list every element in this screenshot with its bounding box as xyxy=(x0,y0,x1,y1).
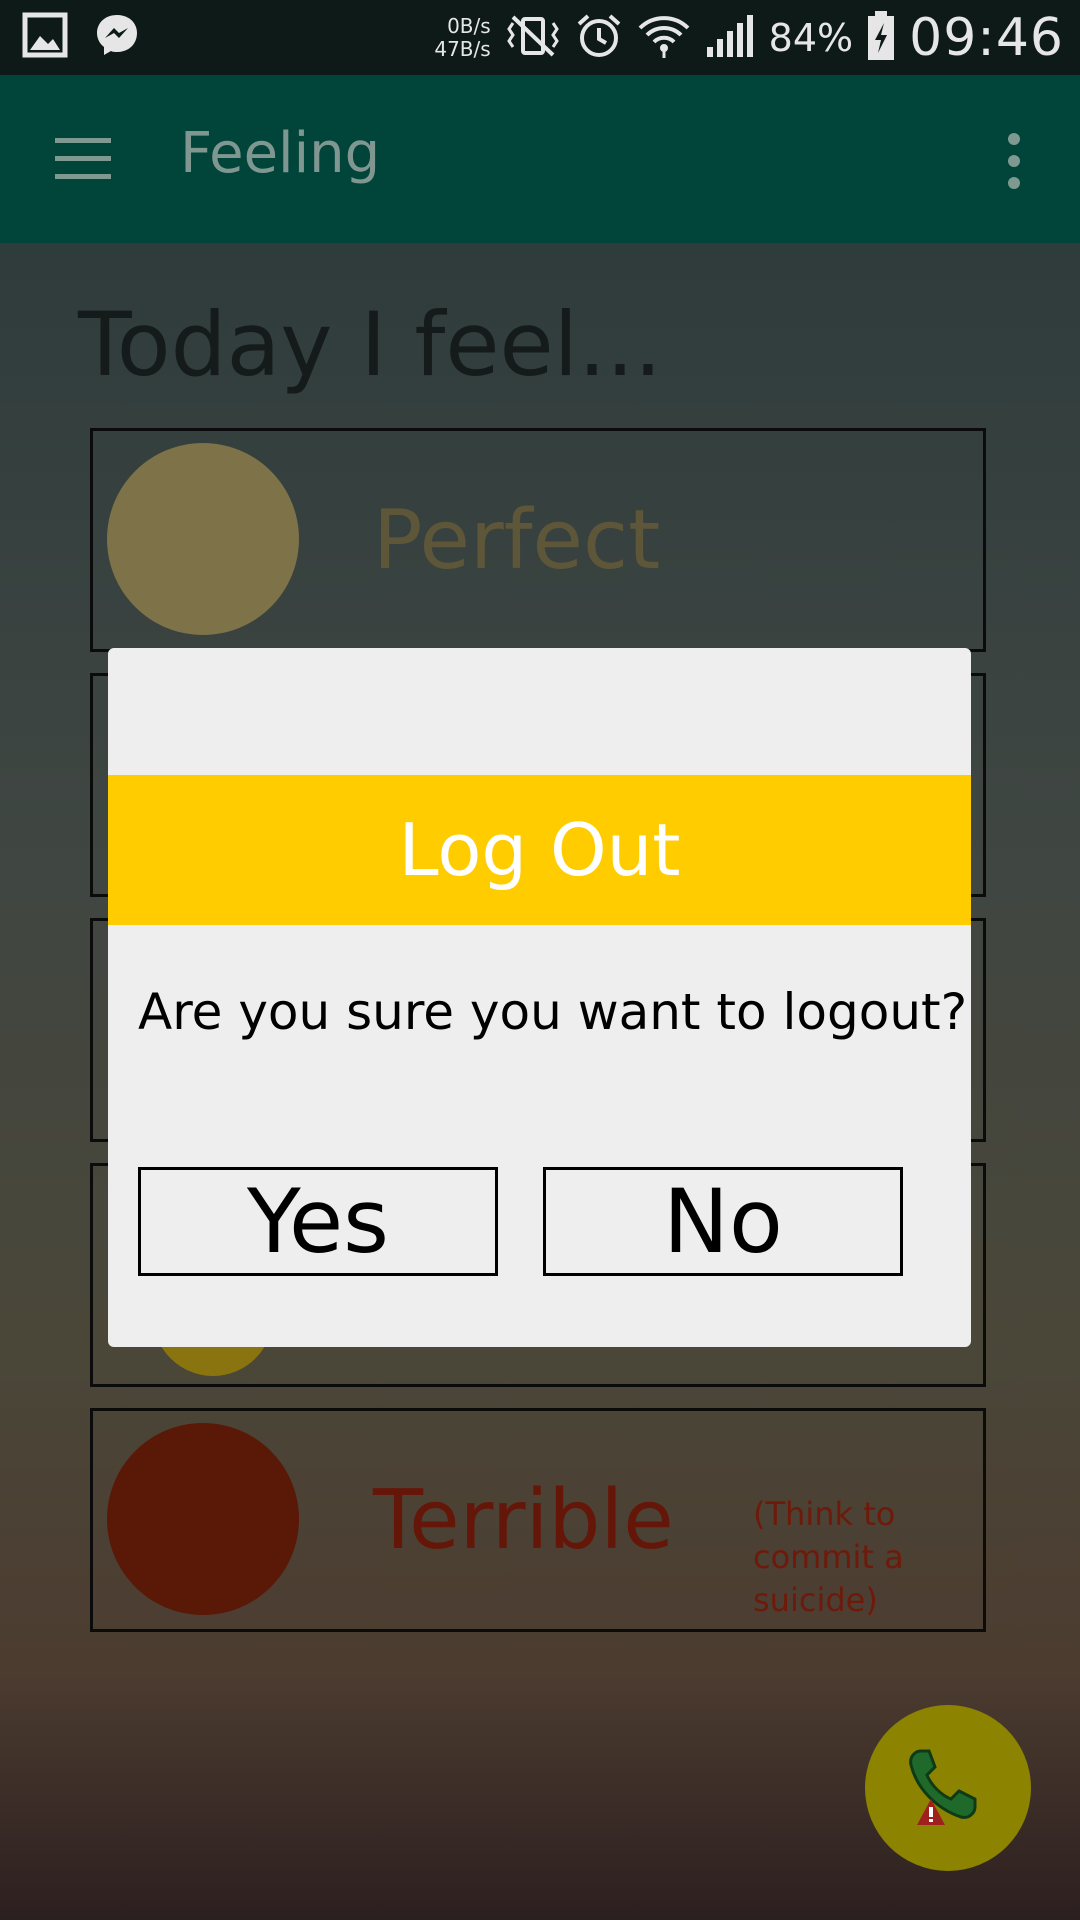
battery-charging-icon xyxy=(867,10,895,65)
mood-card-terrible[interactable]: Terrible (Think to commit a suicide) xyxy=(90,1408,986,1632)
mood-circle xyxy=(107,443,299,635)
network-speed: 0B/s 47B/s xyxy=(434,13,491,61)
app-title: Feeling xyxy=(180,121,381,186)
dialog-message: Are you sure you want to logout? xyxy=(138,983,968,1041)
mood-label: Perfect xyxy=(373,493,661,588)
more-vert-icon[interactable] xyxy=(1008,133,1022,199)
signal-icon xyxy=(705,13,755,63)
mood-note: (Think to commit a suicide) xyxy=(753,1495,904,1619)
menu-icon[interactable] xyxy=(55,138,111,192)
messenger-icon xyxy=(94,12,140,62)
vibrate-icon xyxy=(505,13,561,63)
mood-card-perfect[interactable]: Perfect xyxy=(90,428,986,652)
emergency-call-button[interactable] xyxy=(865,1705,1031,1871)
page-heading: Today I feel... xyxy=(78,293,663,396)
gallery-icon xyxy=(22,12,68,62)
dialog-title: Log Out xyxy=(108,775,971,925)
no-button[interactable]: No xyxy=(543,1167,903,1276)
battery-percent: 84% xyxy=(768,15,854,60)
mood-circle xyxy=(107,1423,299,1615)
mood-label: Terrible xyxy=(373,1473,674,1568)
alarm-icon xyxy=(575,12,623,64)
wifi-icon xyxy=(637,12,691,64)
logout-dialog: Log Out Are you sure you want to logout?… xyxy=(108,648,971,1347)
emergency-call-icon xyxy=(903,1747,995,1831)
clock: 09:46 xyxy=(909,7,1064,68)
app-bar: Feeling xyxy=(0,75,1080,243)
status-bar: 0B/s 47B/s 84% 09:46 xyxy=(0,0,1080,75)
yes-button[interactable]: Yes xyxy=(138,1167,498,1276)
